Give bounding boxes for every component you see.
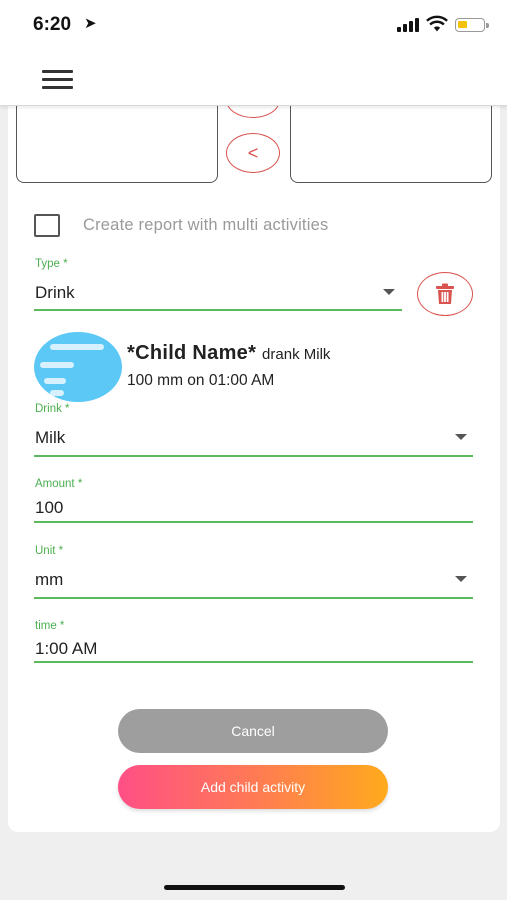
amount-value: 100: [35, 498, 64, 517]
battery-level: [458, 21, 467, 28]
unit-value: mm: [35, 570, 64, 589]
amount-underline: [34, 521, 473, 523]
cancel-button[interactable]: Cancel: [118, 709, 388, 753]
time-value: 1:00 AM: [35, 639, 98, 658]
amount-label: Amount *: [35, 478, 83, 490]
unit-select[interactable]: [34, 562, 473, 598]
drink-underline: [34, 455, 473, 457]
status-bar: 6:20 ➤: [0, 0, 507, 52]
time-input[interactable]: [34, 636, 473, 664]
unit-dropdown-arrow-icon[interactable]: [455, 576, 467, 582]
battery-icon: [455, 18, 489, 32]
multi-activity-label: Create report with multi activities: [83, 216, 329, 234]
screen: 6:20 ➤ < Create report with multi activi…: [0, 0, 507, 900]
time-underline: [34, 661, 473, 663]
drink-dropdown-arrow-icon[interactable]: [455, 434, 467, 440]
cellular-signal-icon: [397, 18, 419, 32]
add-child-activity-button[interactable]: Add child activity: [118, 765, 388, 809]
app-bar: [0, 52, 507, 106]
summary-verb: drank Milk: [262, 346, 331, 363]
drink-select[interactable]: [34, 422, 473, 456]
hamburger-menu-icon[interactable]: [42, 68, 74, 90]
trash-icon: [436, 283, 454, 304]
child-name: *Child Name*: [127, 342, 257, 364]
unit-underline: [34, 597, 473, 599]
home-indicator[interactable]: [164, 885, 345, 890]
photo-prev-button[interactable]: <: [226, 133, 280, 173]
photo-slot-left[interactable]: [16, 106, 218, 183]
multi-activity-checkbox-row[interactable]: Create report with multi activities: [34, 214, 328, 237]
drink-label: Drink *: [35, 403, 70, 415]
type-label: Type *: [35, 258, 68, 270]
delete-activity-button[interactable]: [417, 272, 473, 316]
child-avatar: [34, 332, 122, 402]
drink-value: Milk: [35, 428, 66, 447]
amount-input[interactable]: [34, 494, 473, 522]
multi-activity-checkbox[interactable]: [34, 214, 60, 237]
summary-detail: 100 mm on 01:00 AM: [127, 372, 275, 389]
type-underline: [34, 309, 402, 311]
unit-label: Unit *: [35, 545, 64, 557]
summary-headline: *Child Name* drank Milk: [127, 342, 330, 365]
chevron-left-icon: <: [247, 142, 259, 163]
location-arrow-icon: ➤: [84, 15, 97, 32]
time-label: time *: [35, 620, 65, 632]
wifi-icon: [426, 15, 448, 32]
status-time: 6:20: [33, 14, 72, 35]
type-select[interactable]: [34, 276, 402, 310]
activity-form-card: < Create report with multi activities Ty…: [8, 82, 500, 832]
type-dropdown-arrow-icon[interactable]: [383, 289, 395, 295]
type-value: Drink: [35, 283, 75, 302]
photo-slot-right[interactable]: [290, 106, 492, 183]
